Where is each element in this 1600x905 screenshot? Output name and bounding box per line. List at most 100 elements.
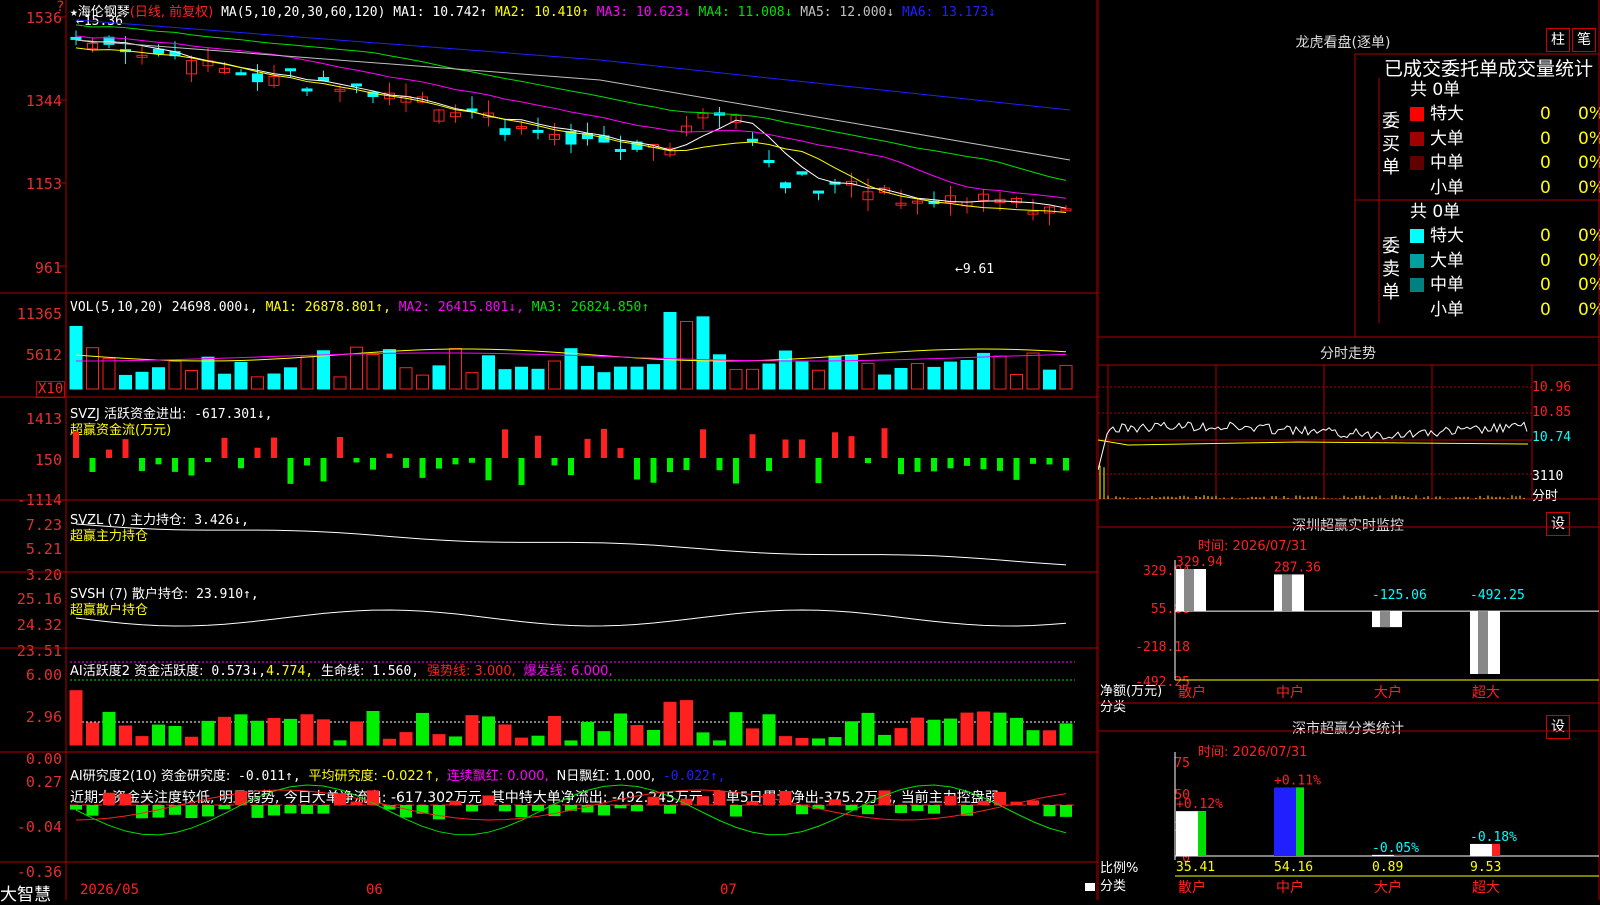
svzj-tick-2: 150 <box>34 451 62 469</box>
svzj-subtitle: 超赢资金流(万元) <box>70 423 172 438</box>
monitor-xlabel: 分类 <box>1100 700 1127 715</box>
ai-research-header: AI研究度2(10) 资金研究度: -0.011↑, 平均研究度: -0.022… <box>70 765 726 784</box>
strong-line: 强势线: 3.000, <box>426 664 516 679</box>
ai2-tick-2: -0.04 <box>16 818 62 836</box>
color-swatch <box>1410 107 1424 121</box>
color-swatch <box>1410 302 1424 317</box>
classify-tick-2: 50 <box>1174 788 1190 803</box>
continuous-red: 连续飘红: 0.000, <box>446 769 549 784</box>
sell-row: 特大 0 0% <box>1410 224 1600 248</box>
svsh-tick-2: 24.32 <box>16 616 62 634</box>
svsh-subtitle: 超赢散户持仓 <box>70 603 149 618</box>
vol-tick-1: 11365 <box>16 305 62 323</box>
order-type: 特大 <box>1430 226 1464 246</box>
order-pct: 0% <box>1578 177 1600 198</box>
monitor-settings-button[interactable]: 设 <box>1546 512 1570 536</box>
ai2-tick-1: 0.27 <box>25 773 62 791</box>
color-swatch <box>1410 180 1424 195</box>
color-swatch <box>1410 253 1424 268</box>
tick-mode-button[interactable]: 笔 <box>1572 28 1596 52</box>
classify-tick-3: 25 <box>1174 820 1190 835</box>
vol-tick-2: 5612 <box>25 346 62 364</box>
ma-param-label: MA(5,10,20,30,60,120) <box>221 5 386 20</box>
classify-xlabel: 分类 <box>1100 879 1127 894</box>
buy-total: 共 0单 <box>1410 80 1461 100</box>
high-price-marker: ←15.36 <box>76 14 123 29</box>
classify-settings-button[interactable]: 设 <box>1546 715 1570 739</box>
price-tick-3: 1153 <box>25 175 62 193</box>
vol-ma-value-2: MA2: 26415.801↓, <box>390 300 524 315</box>
price-tick-1: 1536 <box>25 9 62 27</box>
vol-title: VOL(5,10,20) <box>70 300 164 315</box>
ai-activity-header: AI活跃度2 资金活跃度: 0.573↓,4.774, 生命线: 1.560, … <box>70 660 613 679</box>
right-panel: 龙虎看盘(逐单) 柱 笔 已成交委托单成交量统计 委买单 委卖单 共 0单 共 … <box>1098 0 1600 900</box>
intraday-tick-5: 分时 <box>1532 489 1559 504</box>
order-count: 0 <box>1540 104 1551 124</box>
color-swatch <box>1410 156 1424 170</box>
lifeline-label: 生命线: <box>320 664 365 679</box>
ma-value-4: MA4: 11.008↓ <box>690 5 793 20</box>
intraday-tick-1: 10.96 <box>1532 380 1572 395</box>
order-type: 中单 <box>1430 275 1464 295</box>
order-type: 小单 <box>1430 299 1464 320</box>
ai2-tick-3: -0.36 <box>16 863 62 881</box>
classify-ylabel: 比例% <box>1100 861 1139 876</box>
ma-value-5: MA5: 12.000↓ <box>792 5 895 20</box>
svsh-value: 23.910↑, <box>196 587 259 602</box>
vol-unit-badge: X10 <box>36 381 66 398</box>
svzl-value: 3.426↓, <box>194 513 249 528</box>
price-tick-2: 1344 <box>25 92 62 110</box>
order-count: 0 <box>1540 299 1551 320</box>
order-pct: 0% <box>1578 128 1600 149</box>
sell-row: 大单 0 0% <box>1410 249 1600 273</box>
classify-time: 时间: 2026/07/31 <box>1198 745 1308 760</box>
ai1-tick-3: 0.00 <box>25 750 62 768</box>
low-price-marker: ←9.61 <box>955 262 995 277</box>
buy-row: 特大 0 0% <box>1410 102 1600 126</box>
ai-activity-v2: 4.774, <box>266 664 314 679</box>
bar-mode-button[interactable]: 柱 <box>1546 28 1570 52</box>
intraday-tick-4: 3110 <box>1532 469 1564 484</box>
vol-ma-value-1: MA1: 26878.801↑, <box>257 300 391 315</box>
vol-value: 24698.000↓, <box>171 300 258 315</box>
dragon-subtitle: 已成交委托单成交量统计 <box>1384 58 1594 80</box>
svzl-tick-3: 3.20 <box>25 566 62 584</box>
order-type: 大单 <box>1430 128 1464 149</box>
color-swatch <box>1410 229 1424 243</box>
monitor-tick-2: 55.88 <box>1150 602 1190 617</box>
ai-comment: 近期大资金关注度较低, 明显弱势, 今日大单净流出: -617.302万元, 其… <box>70 790 999 806</box>
classify-tick-1: 75 <box>1174 756 1190 771</box>
order-count: 0 <box>1540 250 1551 271</box>
sell-row: 小单 0 0% <box>1410 298 1600 322</box>
vol-ma-values: MA1: 26878.801↑, MA2: 26415.801↓, MA3: 2… <box>257 300 650 315</box>
main-chart[interactable]: ? ★海伦钢琴(日线, 前复权) MA(5,10,20,30,60,120) M… <box>0 0 1098 905</box>
ma-values: MA1: 10.742↑ MA2: 10.410↑ MA3: 10.623↓ M… <box>393 5 996 20</box>
dragon-title: 龙虎看盘(逐单) <box>1295 35 1391 51</box>
svsh-tick-3: 23.51 <box>16 642 62 660</box>
x-label-may: 2026/05 <box>80 882 140 898</box>
buy-row: 小单 0 0% <box>1410 176 1600 200</box>
ma-value-2: MA2: 10.410↑ <box>487 5 589 20</box>
n-day-red: N日飘红: 1.000, <box>556 769 656 784</box>
ma-value-1: MA1: 10.742↑ <box>393 5 488 20</box>
ma-value-6: MA6: 13.173↓ <box>894 5 996 20</box>
ai1-tick-2: 2.96 <box>25 708 62 726</box>
order-pct: 0% <box>1578 226 1600 246</box>
x-label-jul: 07 <box>720 882 737 898</box>
period-label: (日线, 前复权) <box>129 5 214 20</box>
x-label-jun: 06 <box>366 882 383 898</box>
intraday-tick-2: 10.85 <box>1532 405 1572 420</box>
svzj-value: -617.301↓, <box>194 407 273 422</box>
order-count: 0 <box>1540 177 1551 198</box>
monitor-tick-1: 329.94 <box>1143 564 1190 579</box>
order-count: 0 <box>1540 275 1551 295</box>
svzl-tick-2: 5.21 <box>25 540 62 558</box>
svzj-tick-1: 1413 <box>25 410 62 428</box>
order-count: 0 <box>1540 153 1551 173</box>
order-type: 中单 <box>1430 153 1464 173</box>
monitor-time: 时间: 2026/07/31 <box>1198 539 1308 554</box>
order-type: 大单 <box>1430 250 1464 271</box>
ma-value-3: MA3: 10.623↓ <box>588 5 691 20</box>
intraday-title: 分时走势 <box>1320 346 1376 362</box>
buy-row: 中单 0 0% <box>1410 151 1600 175</box>
